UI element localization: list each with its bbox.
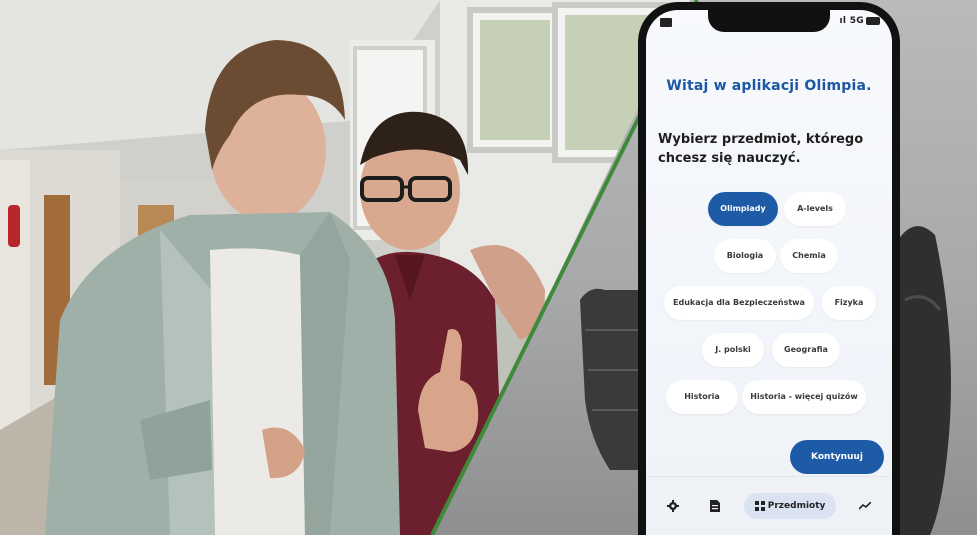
signal-indicator: ıl 5G <box>839 16 864 26</box>
gear-icon <box>667 499 679 512</box>
status-bar-right: ıl 5G <box>840 16 880 26</box>
app-screen: ıl 5G Witaj w aplikacji Olimpia. Wybierz… <box>646 10 892 535</box>
phone-notch <box>708 10 830 32</box>
choose-subject-prompt: Wybierz przedmiot, którego chcesz się na… <box>658 132 864 166</box>
nav-settings[interactable] <box>660 493 686 519</box>
subject-chip-fizyka[interactable]: Fizyka <box>822 286 876 320</box>
subject-chip-geografia[interactable]: Geografia <box>772 333 840 367</box>
battery-icon <box>866 16 880 25</box>
subject-chip-olimpiady[interactable]: Olimpiady <box>708 192 778 226</box>
welcome-heading: Witaj w aplikacji Olimpia. <box>666 78 872 94</box>
trend-icon <box>859 501 871 510</box>
subject-chip-biologia[interactable]: Biologia <box>714 239 776 273</box>
nav-subjects[interactable]: Przedmioty <box>744 493 836 519</box>
document-icon <box>710 499 720 512</box>
grid-icon <box>754 500 765 511</box>
nav-notes[interactable] <box>702 493 728 519</box>
status-app-icon <box>660 18 672 27</box>
nav-stats[interactable] <box>852 493 878 519</box>
subject-chip-a-levels[interactable]: A-levels <box>784 192 846 226</box>
subject-chip-j-polski[interactable]: J. polski <box>702 333 764 367</box>
subject-chip-edukacja[interactable]: Edukacja dla Bezpieczeństwa <box>664 286 814 320</box>
nav-subjects-label: Przedmioty <box>767 501 826 511</box>
bottom-nav: Przedmioty <box>646 476 892 535</box>
subject-chip-chemia[interactable]: Chemia <box>780 239 838 273</box>
smartphone: ıl 5G Witaj w aplikacji Olimpia. Wybierz… <box>638 2 900 535</box>
subject-chip-historia[interactable]: Historia <box>666 380 738 414</box>
composite-photo: ıl 5G Witaj w aplikacji Olimpia. Wybierz… <box>0 0 977 535</box>
subject-chip-historia-quizy[interactable]: Historia - więcej quizów <box>742 380 866 414</box>
continue-button[interactable]: Kontynuuj <box>790 440 884 474</box>
